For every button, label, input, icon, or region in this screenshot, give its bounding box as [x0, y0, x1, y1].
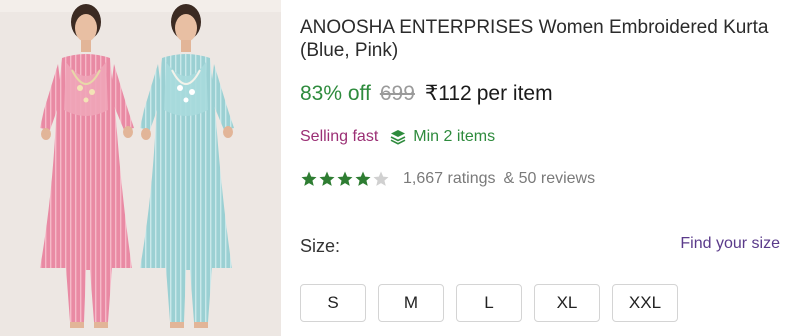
size-button-xl[interactable]: XL	[534, 284, 600, 322]
star-filled-icon	[336, 170, 354, 188]
star-rating	[300, 170, 390, 188]
size-button-s[interactable]: S	[300, 284, 366, 322]
size-button-l[interactable]: L	[456, 284, 522, 322]
product-title: ANOOSHA ENTERPRISES Women Embroidered Ku…	[300, 17, 769, 61]
size-button-xxl[interactable]: XXL	[612, 284, 678, 322]
price-row: 83% off 699 ₹112 per item	[300, 81, 553, 106]
rating-row[interactable]: 1,667 ratings & 50 reviews	[300, 170, 595, 188]
star-filled-icon	[354, 170, 372, 188]
original-price: 699	[379, 82, 415, 105]
layers-icon	[390, 130, 406, 145]
find-your-size-link[interactable]: Find your size	[680, 235, 780, 253]
size-button-m[interactable]: M	[378, 284, 444, 322]
size-label: Size:	[300, 236, 341, 256]
star-filled-icon	[318, 170, 336, 188]
min-items-badge: Min 2 items	[389, 128, 495, 146]
selling-fast-badge: Selling fast	[300, 128, 379, 145]
kurta-models-illustration	[0, 0, 281, 336]
discount-label: 83% off	[300, 82, 371, 105]
sale-price: ₹112	[424, 82, 472, 105]
min-items-label: Min 2 items	[413, 128, 496, 145]
price-unit: per item	[476, 82, 553, 105]
reviews-count: & 50 reviews	[503, 170, 596, 187]
product-details: ANOOSHA ENTERPRISES Women Embroidered Ku…	[300, 0, 800, 336]
star-filled-icon	[300, 170, 318, 188]
star-empty-icon	[372, 170, 390, 188]
ratings-count: 1,667 ratings	[403, 170, 496, 187]
badges-row: Selling fast Min 2 items	[300, 128, 495, 146]
size-options: S M L XL XXL	[300, 284, 690, 322]
product-image[interactable]	[0, 0, 281, 336]
